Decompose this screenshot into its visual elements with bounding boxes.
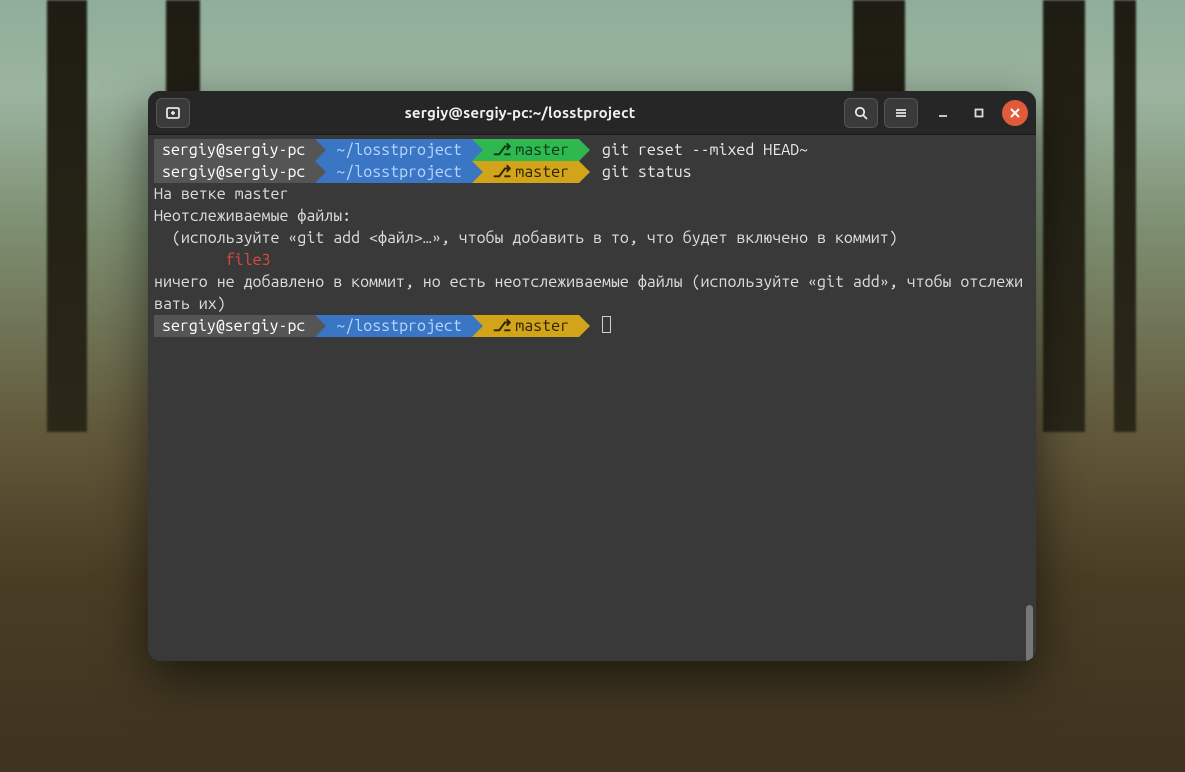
titlebar[interactable]: sergiy@sergiy-pc:~/losstproject [148, 91, 1036, 135]
branch-icon: ⎇ [493, 161, 515, 183]
output-line: Неотслеживаемые файлы: [148, 205, 1036, 227]
terminal-body[interactable]: sergiy@sergiy-pc ~/losstproject ⎇master git… [148, 135, 1036, 661]
untracked-file: file3 [226, 251, 271, 269]
output-line: file3 [148, 249, 1036, 271]
close-icon [1007, 105, 1023, 121]
hamburger-menu-button[interactable] [884, 98, 918, 128]
bg-tree [1114, 0, 1136, 432]
maximize-button[interactable] [966, 100, 992, 126]
prompt-user: sergiy@sergiy-pc [154, 161, 315, 183]
new-tab-button[interactable] [156, 98, 190, 128]
prompt-branch: ⎇master [483, 315, 579, 337]
chevron-right-icon [472, 139, 483, 161]
output-line: (используйте «git add <файл>…», чтобы до… [148, 227, 1036, 249]
chevron-right-icon [315, 161, 326, 183]
chevron-right-icon [579, 315, 590, 337]
window-title: sergiy@sergiy-pc:~/losstproject [196, 104, 844, 121]
prompt-user: sergiy@sergiy-pc [154, 315, 315, 337]
close-button[interactable] [1002, 100, 1028, 126]
cursor [602, 316, 611, 333]
shell-prompt: sergiy@sergiy-pc ~/losstproject ⎇master [154, 161, 590, 183]
terminal-line: sergiy@sergiy-pc ~/losstproject ⎇master git… [148, 139, 1036, 161]
chevron-right-icon [579, 139, 590, 161]
output-line: На ветке master [148, 183, 1036, 205]
search-icon [853, 105, 869, 121]
branch-icon: ⎇ [493, 139, 515, 161]
prompt-path: ~/losstproject [326, 161, 471, 183]
command-text: git reset --mixed HEAD~ [590, 141, 808, 159]
bg-tree [1043, 0, 1085, 432]
shell-prompt: sergiy@sergiy-pc ~/losstproject ⎇master [154, 315, 590, 337]
prompt-path: ~/losstproject [326, 315, 471, 337]
hamburger-icon [893, 105, 909, 121]
command-text: git status [590, 163, 692, 181]
bg-tree [47, 0, 87, 432]
terminal-line: sergiy@sergiy-pc ~/losstproject ⎇master [148, 315, 1036, 337]
maximize-icon [971, 105, 987, 121]
search-button[interactable] [844, 98, 878, 128]
prompt-path: ~/losstproject [326, 139, 471, 161]
chevron-right-icon [315, 315, 326, 337]
prompt-branch: ⎇master [483, 139, 579, 161]
chevron-right-icon [315, 139, 326, 161]
minimize-button[interactable] [930, 100, 956, 126]
minimize-icon [935, 105, 951, 121]
chevron-right-icon [472, 161, 483, 183]
terminal-line: sergiy@sergiy-pc ~/losstproject ⎇master git… [148, 161, 1036, 183]
branch-icon: ⎇ [493, 315, 515, 337]
chevron-right-icon [472, 315, 483, 337]
scrollbar-thumb[interactable] [1026, 605, 1033, 661]
chevron-right-icon [579, 161, 590, 183]
prompt-branch: ⎇master [483, 161, 579, 183]
new-tab-icon [165, 105, 181, 121]
shell-prompt: sergiy@sergiy-pc ~/losstproject ⎇master [154, 139, 590, 161]
prompt-user: sergiy@sergiy-pc [154, 139, 315, 161]
output-line: ничего не добавлено в коммит, но есть не… [148, 271, 1036, 315]
terminal-window: sergiy@sergiy-pc:~/losstproject sergiy@s… [148, 91, 1036, 661]
